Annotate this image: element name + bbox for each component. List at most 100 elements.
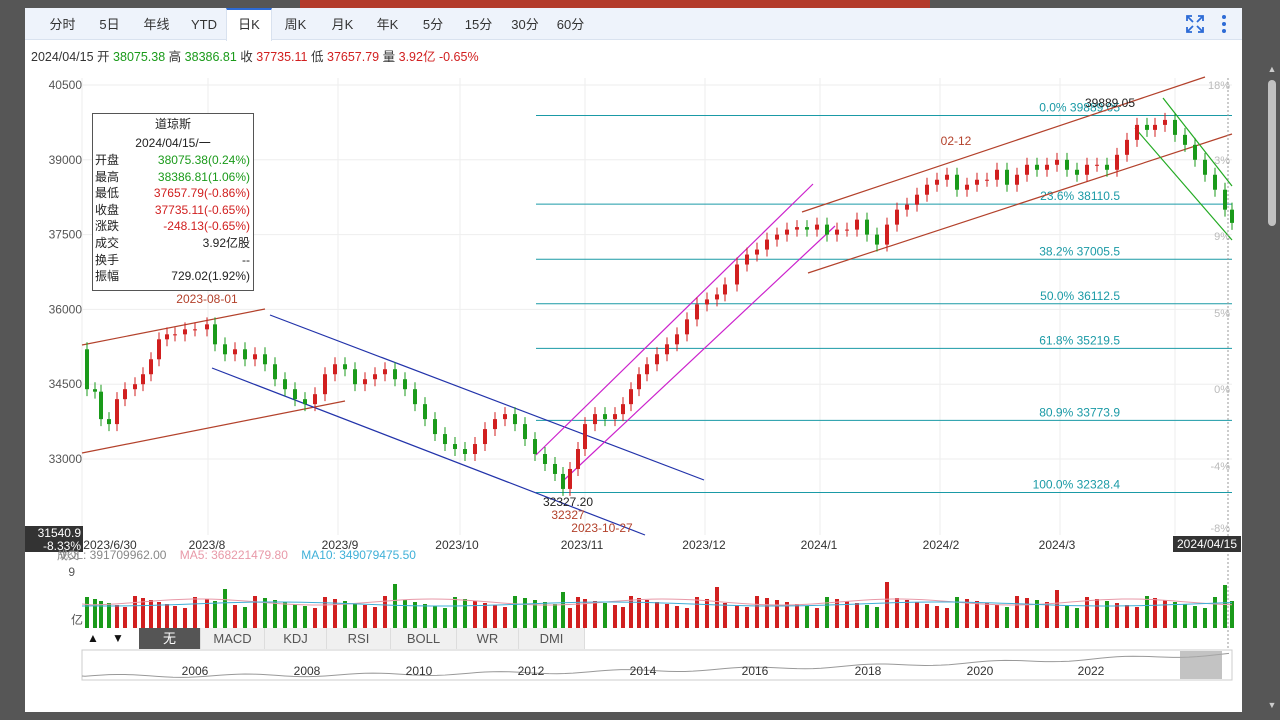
candle-body bbox=[533, 439, 537, 455]
candle-body bbox=[621, 404, 625, 415]
volume-bar bbox=[303, 606, 307, 628]
volume-bar bbox=[93, 599, 97, 628]
top-ad-banner bbox=[300, 0, 930, 8]
indicator-tab-4[interactable]: BOLL bbox=[391, 628, 457, 649]
volume-bar bbox=[1145, 596, 1149, 628]
chart-window: 分时 5日 年线 YTD 日K 周K 月K 年K 5分 15分 30分 60分 2024/04/15 … bbox=[25, 8, 1242, 712]
candle-body bbox=[561, 473, 565, 489]
volume-bar bbox=[85, 597, 89, 628]
candle-body bbox=[1145, 124, 1149, 130]
overview-year-label: 2022 bbox=[1078, 664, 1105, 678]
candle-body bbox=[165, 334, 169, 340]
candle-body bbox=[723, 284, 727, 295]
info-row-value: 38075.38(0.24%) bbox=[157, 153, 250, 167]
volume-bar bbox=[323, 597, 327, 628]
candle-body bbox=[825, 224, 829, 235]
x-tick-label: 2024/1 bbox=[801, 538, 838, 552]
indicator-tab-6[interactable]: DMI bbox=[519, 628, 585, 649]
volume-bar bbox=[885, 582, 889, 628]
page-scrollbar[interactable] bbox=[1268, 80, 1276, 226]
volume-bar bbox=[1025, 598, 1029, 628]
candle-body bbox=[765, 239, 769, 250]
volume-bar bbox=[343, 601, 347, 628]
volume-bar bbox=[363, 605, 367, 628]
candle-body bbox=[593, 414, 597, 425]
candle-body bbox=[1085, 164, 1089, 175]
candle-body bbox=[895, 209, 899, 225]
y-tick-label: 33000 bbox=[49, 452, 83, 466]
volume-bar bbox=[805, 606, 809, 628]
candle-body bbox=[213, 324, 217, 345]
info-row-label: 成交 bbox=[95, 235, 120, 250]
candle-body bbox=[568, 468, 572, 489]
price-info-box: 道琼斯 2024/04/15/一 开盘 38075.38(0.24%) 最高 3838… bbox=[92, 113, 254, 291]
indicator-down-arrow-icon[interactable]: ▼ bbox=[107, 628, 129, 649]
candle-body bbox=[173, 334, 177, 336]
channel-line bbox=[81, 400, 346, 454]
volume-bar bbox=[603, 603, 607, 628]
volume-bar bbox=[745, 607, 749, 628]
candle-body bbox=[433, 419, 437, 435]
volume-bar bbox=[313, 608, 317, 628]
volume-bar bbox=[433, 606, 437, 628]
volume-legend: VOL: 391709962.00 MA5: 368221479.80 MA10… bbox=[59, 548, 416, 562]
volume-bar bbox=[213, 601, 217, 628]
volume-bar bbox=[1163, 600, 1167, 628]
volume-bar bbox=[173, 606, 177, 628]
volume-bar bbox=[1105, 601, 1109, 628]
candle-body bbox=[443, 434, 447, 445]
volume-bar bbox=[1095, 599, 1099, 628]
candle-body bbox=[583, 424, 587, 450]
volume-bar bbox=[243, 607, 247, 628]
channel-line bbox=[801, 76, 1206, 213]
volume-bar bbox=[655, 602, 659, 628]
volume-bar bbox=[1183, 604, 1187, 628]
info-row-value: 37657.79(-0.86%) bbox=[153, 186, 250, 201]
volume-bar bbox=[613, 605, 617, 628]
candle-body bbox=[493, 419, 497, 430]
volume-bar bbox=[1045, 602, 1049, 628]
candle-body bbox=[665, 344, 669, 355]
info-row-label: 开盘 bbox=[95, 153, 120, 167]
channel-line bbox=[81, 308, 266, 346]
overview-year-label: 2006 bbox=[182, 664, 209, 678]
candle-body bbox=[885, 224, 889, 245]
candle-body bbox=[273, 364, 277, 380]
candle-body bbox=[243, 349, 247, 360]
volume-bar bbox=[1173, 602, 1177, 628]
scroll-down-arrow-icon[interactable]: ▼ bbox=[1267, 700, 1277, 710]
candle-body bbox=[1075, 169, 1079, 175]
vol-axis-unit: 亿 bbox=[71, 612, 83, 627]
volume-bar bbox=[1065, 606, 1069, 628]
indicator-up-arrow-icon[interactable]: ▲ bbox=[82, 628, 104, 649]
candle-body bbox=[1045, 164, 1049, 170]
volume-bar bbox=[1085, 597, 1089, 628]
channel-line bbox=[807, 133, 1233, 274]
scroll-up-arrow-icon[interactable]: ▲ bbox=[1267, 64, 1277, 74]
candle-body bbox=[1203, 159, 1207, 175]
fib-level-label: 50.0% 36112.5 bbox=[1040, 289, 1120, 303]
vol-value: VOL: 391709962.00 bbox=[59, 548, 167, 562]
volume-bar bbox=[1223, 585, 1227, 628]
candle-body bbox=[141, 374, 145, 385]
candle-body bbox=[745, 254, 749, 265]
volume-bar bbox=[629, 596, 633, 628]
volume-bar bbox=[945, 608, 949, 628]
candle-body bbox=[865, 219, 869, 235]
volume-bar bbox=[293, 604, 297, 628]
candle-body bbox=[223, 344, 227, 355]
info-date: 2024/04/15/一 bbox=[135, 136, 211, 150]
crosshair-x-value: 2024/04/15 bbox=[1177, 537, 1237, 551]
volume-bar bbox=[795, 604, 799, 628]
candle-body bbox=[253, 354, 257, 360]
fib-level-label: 80.9% 33773.9 bbox=[1039, 405, 1120, 419]
indicator-tab-5[interactable]: WR bbox=[457, 628, 519, 649]
indicator-tab-3[interactable]: RSI bbox=[327, 628, 391, 649]
x-tick-label: 2023/11 bbox=[561, 538, 604, 552]
candle-body bbox=[1183, 134, 1187, 145]
volume-bar bbox=[443, 608, 447, 628]
candle-body bbox=[503, 414, 507, 420]
indicator-tab-0[interactable]: 无 bbox=[139, 628, 201, 649]
indicator-tab-2[interactable]: KDJ bbox=[265, 628, 327, 649]
indicator-tab-1[interactable]: MACD bbox=[201, 628, 265, 649]
